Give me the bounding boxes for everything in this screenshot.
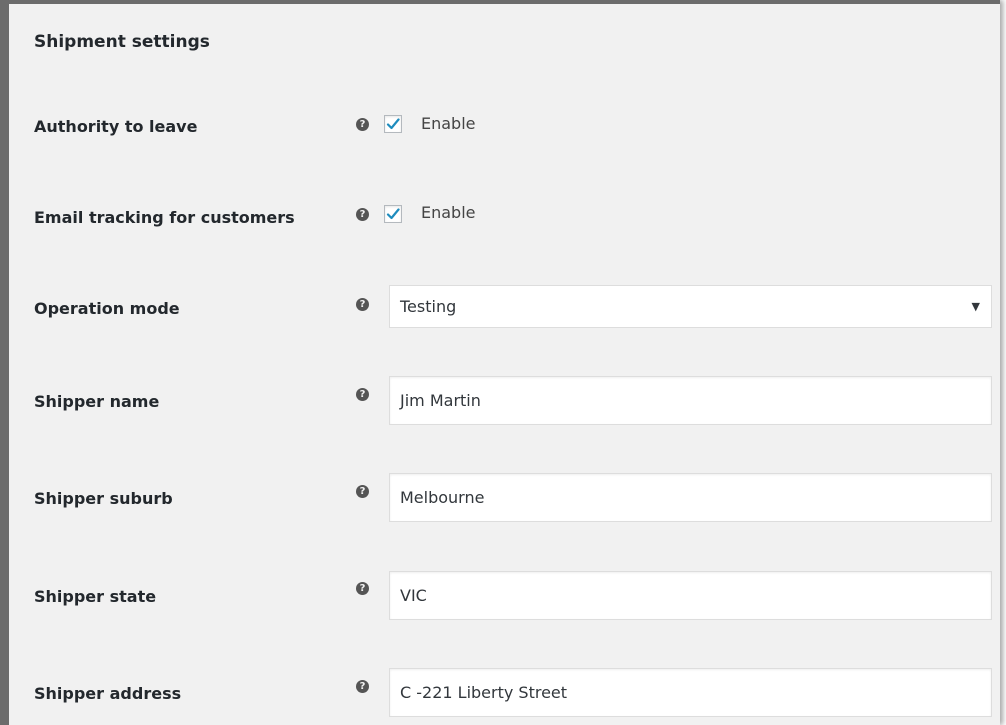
email-tracking-checkbox[interactable] [384,205,402,223]
settings-panel: Shipment settings Authority to leave ? E… [0,0,1000,725]
operation-mode-label: Operation mode [34,299,180,318]
help-icon[interactable]: ? [356,582,369,595]
authority-to-leave-label: Authority to leave [34,117,198,136]
shipper-suburb-input[interactable]: Melbourne [389,473,992,522]
checkmark-icon [386,208,400,220]
shipper-address-label: Shipper address [34,684,182,703]
operation-mode-select[interactable]: Testing ▼ [389,285,992,328]
operation-mode-selected-value: Testing [400,297,457,316]
help-icon[interactable]: ? [356,118,369,131]
help-icon[interactable]: ? [356,485,369,498]
shipper-state-input[interactable]: VIC [389,571,992,620]
help-icon[interactable]: ? [356,208,369,221]
shipper-address-input[interactable]: C -221 Liberty Street [389,668,992,717]
shipper-name-label: Shipper name [34,392,160,411]
shipper-suburb-label: Shipper suburb [34,489,173,508]
caret-down-icon: ▼ [971,300,980,313]
section-title: Shipment settings [34,32,210,52]
authority-to-leave-checkbox[interactable] [384,115,402,133]
authority-to-leave-enable-label[interactable]: Enable [421,114,476,133]
help-icon[interactable]: ? [356,298,369,311]
help-icon[interactable]: ? [356,680,369,693]
checkmark-icon [386,118,400,130]
shipper-name-input[interactable]: Jim Martin [389,376,992,425]
help-icon[interactable]: ? [356,388,369,401]
shipper-state-label: Shipper state [34,587,157,606]
email-tracking-enable-label[interactable]: Enable [421,203,476,222]
email-tracking-label: Email tracking for customers [34,208,295,227]
